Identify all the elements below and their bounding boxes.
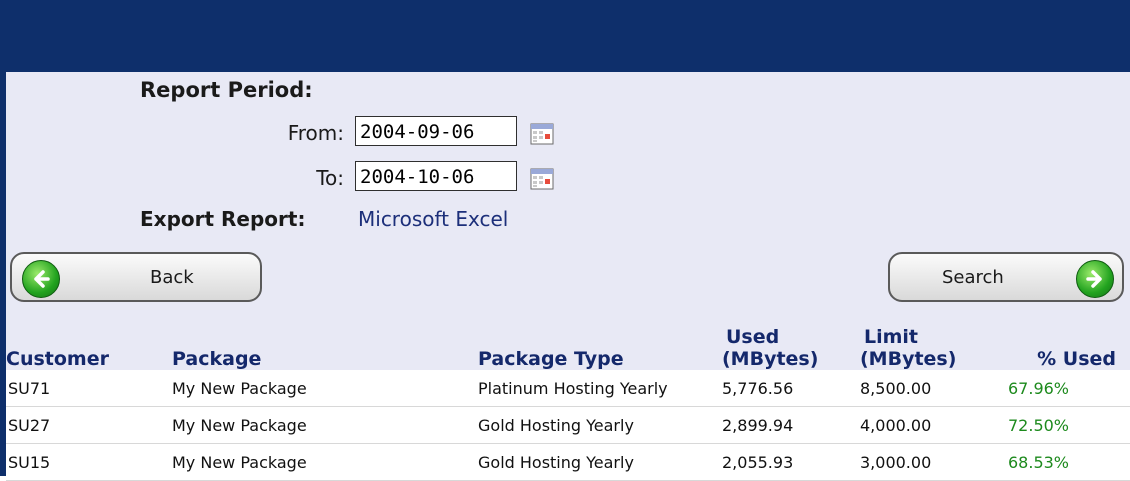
cell-percent-used: 68.53% [1008,443,1130,481]
to-label: To: [316,166,344,190]
cell-package-type: Gold Hosting Yearly [478,443,722,481]
cell-customer: SU15 [6,443,172,481]
used-header-line1: Used [726,326,780,348]
cell-limit: 3,000.00 [860,443,1008,481]
cell-percent-used: 67.96% [1008,370,1130,407]
cell-customer: SU71 [6,370,172,407]
back-button[interactable]: Back [10,252,262,302]
search-button-label: Search [942,267,1004,288]
cell-customer: SU27 [6,406,172,444]
to-date-input[interactable]: 2004-10-06 [355,161,517,191]
limit-header-line2: (MBytes) [860,348,957,370]
table-header-row: Customer Package Package Type Used (MByt… [6,318,1130,370]
cell-package-type: Gold Hosting Yearly [478,406,722,444]
column-header-percent-used: % Used [1037,348,1116,370]
cell-used: 5,776.56 [722,370,860,407]
cell-used: 2,899.94 [722,406,860,444]
calendar-icon[interactable] [530,121,554,145]
cell-used: 2,055.93 [722,443,860,481]
usage-table: Customer Package Package Type Used (MByt… [6,318,1130,481]
table-row: SU27 My New Package Gold Hosting Yearly 2,8… [6,406,1130,444]
column-header-used: Used (MBytes) [722,318,860,370]
from-date-input[interactable]: 2004-09-06 [355,116,517,146]
cell-limit: 8,500.00 [860,370,1008,407]
cell-package: My New Package [172,370,478,407]
column-header-package: Package [172,348,262,370]
used-header-line2: (MBytes) [722,348,819,370]
table-row: SU71 My New Package Platinum Hosting Yearl… [6,370,1130,407]
from-label: From: [287,121,344,145]
search-button[interactable]: Search [888,252,1124,302]
top-banner [6,0,1130,72]
table-row: SU15 My New Package Gold Hosting Yearly 2,0… [6,443,1130,481]
limit-header-line1: Limit [864,326,919,348]
column-header-customer: Customer [6,348,109,370]
report-period-title: Report Period: [140,78,313,102]
cell-package: My New Package [172,443,478,481]
cell-limit: 4,000.00 [860,406,1008,444]
column-header-limit: Limit (MBytes) [860,318,1008,370]
column-header-package-type: Package Type [478,348,624,370]
cell-package: My New Package [172,406,478,444]
arrow-left-icon [22,260,60,298]
export-excel-link[interactable]: Microsoft Excel [358,207,508,231]
calendar-icon[interactable] [530,166,554,190]
cell-percent-used: 72.50% [1008,406,1130,444]
export-report-label: Export Report: [140,207,306,231]
back-button-label: Back [150,267,194,288]
cell-package-type: Platinum Hosting Yearly [478,370,722,407]
arrow-right-icon [1076,260,1114,298]
